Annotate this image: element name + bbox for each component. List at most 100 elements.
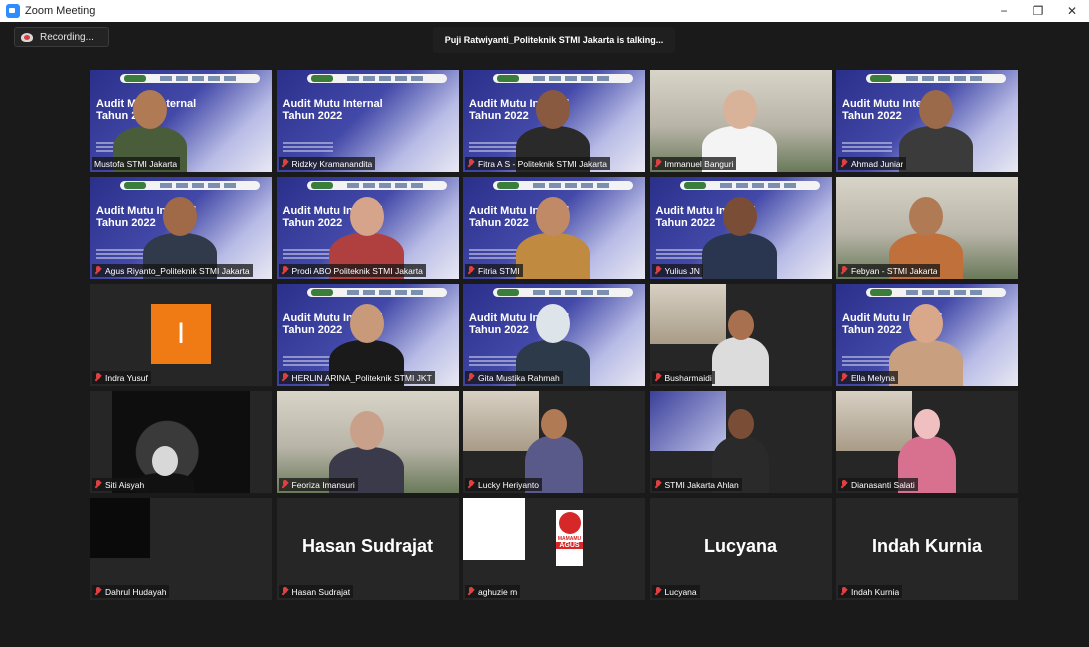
slide-details: [469, 249, 519, 259]
participant-tile-aghuzie-m[interactable]: MAMAMU AGUS aghuzie m: [463, 498, 645, 600]
person-head: [909, 197, 943, 237]
participant-tile-feoriza-imansuri[interactable]: Feoriza Imansuri: [276, 391, 459, 493]
avatar-initial: I: [151, 304, 211, 364]
participant-name-tag: Lucky Heriyanto: [465, 478, 542, 491]
slide-details: [469, 142, 519, 152]
participant-name-tag: Fitra A S - Politeknik STMI Jakarta: [465, 157, 610, 170]
participant-name: Dahrul Hudayah: [105, 586, 167, 597]
gallery-view: Audit Mutu InternalTahun 2022 Mustofa STM…: [90, 70, 1018, 600]
participant-name-tag: Febyan - STMI Jakarta: [838, 264, 941, 277]
small-video-feed: [463, 498, 525, 560]
participant-name: Indah Kurnia: [851, 586, 900, 597]
small-video-feed: [649, 391, 726, 451]
participant-tile-stmi-jakarta-ahlan[interactable]: STMI Jakarta Ahlan: [649, 391, 832, 493]
person-body: [711, 337, 770, 386]
participant-name-tag: Agus Riyanto_Politeknik STMI Jakarta: [92, 264, 253, 277]
participant-tile-dianasanti-salati[interactable]: Dianasanti Salati: [836, 391, 1018, 493]
participant-name-tag: Ridzky Kramanandita: [278, 157, 376, 170]
participant-display-name: Indah Kurnia: [871, 536, 982, 556]
participant-name: Agus Riyanto_Politeknik STMI Jakarta: [105, 265, 250, 276]
person-head: [536, 304, 570, 344]
participant-name: Lucyana: [664, 586, 697, 597]
participant-tile-febyan-stmi-jakarta[interactable]: Febyan - STMI Jakarta: [836, 177, 1018, 279]
window-titlebar: Zoom Meeting − ❐ ✕: [0, 0, 1089, 22]
participant-name: Busharmaidi: [664, 372, 712, 383]
person-head: [163, 197, 197, 237]
participant-name: Dianasanti Salati: [851, 479, 915, 490]
close-button[interactable]: ✕: [1055, 0, 1089, 22]
active-speaker-text: Puji Ratwiyanti_Politeknik STMI Jakarta …: [444, 35, 664, 45]
muted-mic-icon: [467, 159, 475, 168]
participant-tile-prodi-abo-politeknik-stmi-jakarta[interactable]: Audit Mutu Internal Tahun 2022 Prodi ABO P…: [276, 177, 459, 279]
participant-tile-indah-kurnia[interactable]: Indah Kurnia Indah Kurnia: [836, 498, 1018, 600]
participant-tile-ella-melyna[interactable]: Audit Mutu Internal Tahun 2022 Ella Melyna: [836, 284, 1018, 386]
restore-button[interactable]: ❐: [1021, 0, 1055, 22]
participant-tile-fitria-stmi[interactable]: Audit Mutu Internal Tahun 2022 Fitria STMI: [463, 177, 645, 279]
participant-tile-fitra-a-s-politeknik-stmi-jakarta[interactable]: Audit Mutu Internal Tahun 2022 Fitra A S -…: [463, 70, 645, 172]
muted-mic-icon: [281, 266, 289, 275]
participant-name: Febyan - STMI Jakarta: [851, 265, 938, 276]
person-head: [722, 90, 757, 130]
person-head: [536, 90, 570, 130]
person-head: [349, 197, 384, 237]
participant-tile-agus-riyanto-politeknik-stmi-jakarta[interactable]: Audit Mutu Internal Tahun 2022 Agus Riyant…: [90, 177, 272, 279]
participant-name-tag: Hasan Sudrajat: [278, 585, 354, 598]
participant-tile-dahrul-hudayah[interactable]: Dahrul Hudayah: [90, 498, 272, 600]
participant-tile-lucyana[interactable]: Lucyana Lucyana: [649, 498, 832, 600]
small-video-feed: [90, 498, 150, 558]
person-head: [722, 197, 757, 237]
active-speaker-banner: Puji Ratwiyanti_Politeknik STMI Jakarta …: [433, 27, 675, 53]
participant-tile-gita-mustika-rahmah[interactable]: Audit Mutu Internal Tahun 2022 Gita Mustik…: [463, 284, 645, 386]
participant-tile-immanuel-banguri[interactable]: Immanuel Banguri: [649, 70, 832, 172]
participant-tile-siti-aisyah[interactable]: Siti Aisyah: [90, 391, 272, 493]
participant-display-name: Lucyana: [703, 536, 778, 556]
muted-mic-icon: [654, 373, 662, 382]
person-body: [515, 232, 591, 279]
participant-tile-lucky-heriyanto[interactable]: Lucky Heriyanto: [463, 391, 645, 493]
participant-name: Immanuel Banguri: [664, 158, 734, 169]
participant-tile-mustofa-stmi-jakarta[interactable]: Audit Mutu InternalTahun 2022Mustofa STM…: [90, 70, 272, 172]
participant-tile-indra-yusuf[interactable]: I Indra Yusuf: [90, 284, 272, 386]
participant-name: Siti Aisyah: [105, 479, 145, 490]
participant-name: Yulius JN: [664, 265, 700, 276]
participant-name-tag: Busharmaidi: [651, 371, 715, 384]
muted-mic-icon: [840, 587, 848, 596]
participant-name: Fitra A S - Politeknik STMI Jakarta: [478, 158, 607, 169]
recording-indicator[interactable]: Recording...: [14, 27, 109, 47]
participant-name: Hasan Sudrajat: [291, 586, 351, 597]
slide-logo-strip: [120, 74, 260, 83]
person-head: [133, 90, 167, 130]
participant-name-tag: Fitria STMI: [465, 264, 523, 277]
participant-name: HERLIN ARINA_Politeknik STMI JKT: [291, 372, 432, 383]
slide-logo-strip: [866, 74, 1006, 83]
participant-tile-herlin-arina-politeknik-stmi-jkt[interactable]: Audit Mutu Internal Tahun 2022 HERLIN ARIN…: [276, 284, 459, 386]
muted-mic-icon: [94, 266, 102, 275]
participant-name: aghuzie m: [478, 586, 518, 597]
person-head: [909, 304, 943, 344]
participant-name-tag: Mustofa STMI Jakarta: [92, 157, 181, 170]
participant-tile-busharmaidi[interactable]: Busharmaidi: [649, 284, 832, 386]
participant-display-name: Hasan Sudrajat: [301, 536, 434, 556]
minimize-button[interactable]: −: [987, 0, 1021, 22]
slide-logo-strip: [306, 181, 447, 190]
participant-name: Ahmad Juniar: [851, 158, 904, 169]
window-title: Zoom Meeting: [25, 5, 96, 17]
channel-logo: MAMAMU AGUS: [556, 510, 583, 566]
participant-tile-hasan-sudrajat[interactable]: Hasan Sudrajat Hasan Sudrajat: [276, 498, 459, 600]
participant-name: Ridzky Kramanandita: [291, 158, 373, 169]
recording-label: Recording...: [40, 31, 94, 43]
recording-icon: [21, 32, 33, 42]
slide-logo-strip: [306, 288, 447, 297]
muted-mic-icon: [840, 266, 848, 275]
zoom-app-icon: [6, 4, 20, 18]
muted-mic-icon: [467, 587, 475, 596]
person-body: [888, 339, 964, 386]
participant-tile-ahmad-juniar[interactable]: Audit Mutu Internal Tahun 2022 Ahmad Junia…: [836, 70, 1018, 172]
muted-mic-icon: [654, 480, 662, 489]
slide-details: [469, 356, 519, 366]
participant-name-tag: Gita Mustika Rahmah: [465, 371, 563, 384]
participant-tile-ridzky-kramanandita[interactable]: Audit Mutu Internal Tahun 2022 Ridzky Kram…: [276, 70, 459, 172]
slide-logo-strip: [493, 181, 633, 190]
participant-name-tag: Dianasanti Salati: [838, 478, 918, 491]
participant-tile-yulius-jn[interactable]: Audit Mutu Internal Tahun 2022 Yulius JN: [649, 177, 832, 279]
